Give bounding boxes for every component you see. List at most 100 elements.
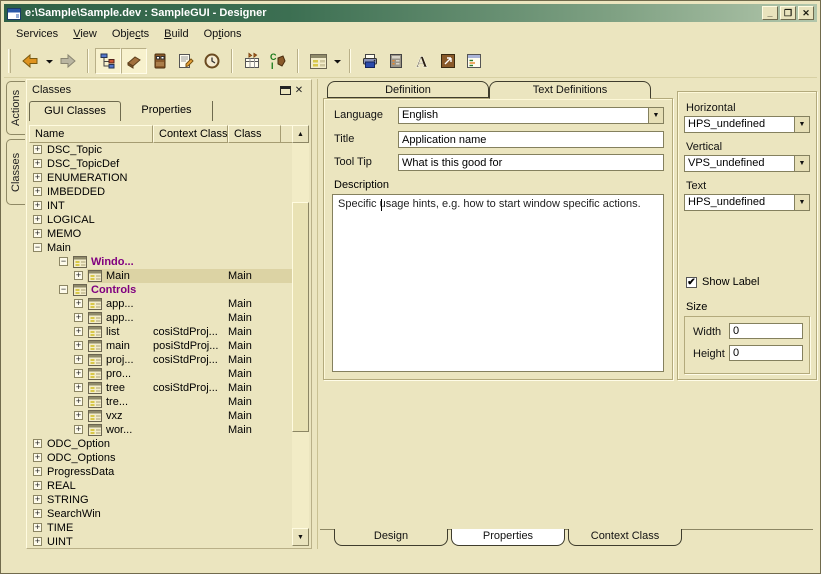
scroll-up-icon[interactable]: ▲ xyxy=(292,125,309,143)
sidebar-tab-actions[interactable]: Actions xyxy=(6,81,25,135)
expand-icon[interactable]: + xyxy=(33,509,42,518)
expand-icon[interactable]: + xyxy=(74,341,83,350)
expand-icon[interactable]: + xyxy=(74,397,83,406)
height-input[interactable] xyxy=(729,345,803,361)
tree-item-logical[interactable]: +LOGICAL xyxy=(29,213,292,227)
tree-item-odc-option[interactable]: +ODC_Option xyxy=(29,437,292,451)
printer-icon[interactable] xyxy=(357,48,383,74)
back-arrow-icon[interactable] xyxy=(17,48,43,74)
editor-tab-text-definitions[interactable]: Text Definitions xyxy=(489,81,651,99)
column-header-name[interactable]: Name xyxy=(29,125,153,143)
shortcut-icon[interactable] xyxy=(435,48,461,74)
expand-icon[interactable]: + xyxy=(33,159,42,168)
language-dropdown[interactable]: English ▼ xyxy=(398,107,664,124)
vertical-dropdown[interactable]: VPS_undefined ▼ xyxy=(684,155,810,172)
tree-item-windo[interactable]: −Windo... xyxy=(29,255,292,269)
description-textarea[interactable]: Specific usage hints, e.g. how to start … xyxy=(332,194,664,372)
expand-icon[interactable]: + xyxy=(74,313,83,322)
tree-item-proj[interactable]: +proj...cosiStdProj...Main xyxy=(29,353,292,367)
tree-item-app[interactable]: +app...Main xyxy=(29,297,292,311)
window-list-icon[interactable] xyxy=(461,48,487,74)
show-label-checkbox[interactable]: ✔ xyxy=(686,277,697,288)
column-header-context-class[interactable]: Context Class xyxy=(153,125,228,143)
collapse-icon[interactable]: − xyxy=(59,285,68,294)
scroll-down-icon[interactable]: ▼ xyxy=(292,528,309,546)
expand-icon[interactable]: + xyxy=(74,299,83,308)
tree-item-uint[interactable]: +UINT xyxy=(29,535,292,546)
tree-item-app[interactable]: +app...Main xyxy=(29,311,292,325)
tree-item-main[interactable]: +MainMain xyxy=(29,269,292,283)
tree-item-controls[interactable]: −Controls xyxy=(29,283,292,297)
column-header-class[interactable]: Class xyxy=(228,125,281,143)
expand-icon[interactable]: + xyxy=(33,173,42,182)
tree-item-list[interactable]: +listcosiStdProj...Main xyxy=(29,325,292,339)
table-arrows-icon[interactable] xyxy=(239,48,265,74)
expand-icon[interactable]: + xyxy=(33,201,42,210)
toolbar-grip[interactable] xyxy=(8,49,11,73)
dropdown-small-icon[interactable] xyxy=(331,48,343,74)
tree-item-tre[interactable]: +tre...Main xyxy=(29,395,292,409)
expand-icon[interactable]: + xyxy=(33,229,42,238)
tree-item-imbedded[interactable]: +IMBEDDED xyxy=(29,185,292,199)
classes-tab-gui-classes[interactable]: GUI Classes xyxy=(29,101,121,121)
forward-arrow-icon[interactable] xyxy=(55,48,81,74)
expand-icon[interactable]: + xyxy=(74,271,83,280)
expand-icon[interactable]: + xyxy=(74,355,83,364)
clock-icon[interactable] xyxy=(199,48,225,74)
dropdown-small-icon[interactable] xyxy=(43,48,55,74)
expand-icon[interactable]: + xyxy=(33,187,42,196)
tooltip-input[interactable] xyxy=(398,154,664,171)
close-panel-icon[interactable]: ✕ xyxy=(292,84,306,97)
collapse-icon[interactable]: − xyxy=(59,257,68,266)
tree-item-string[interactable]: +STRING xyxy=(29,493,292,507)
tree-item-int[interactable]: +INT xyxy=(29,199,292,213)
expand-icon[interactable]: + xyxy=(74,411,83,420)
editor-bottom-tab-properties[interactable]: Properties xyxy=(451,529,565,546)
tree-item-main[interactable]: −Main xyxy=(29,241,292,255)
hierarchy-icon[interactable] xyxy=(95,48,121,74)
tree-item-wor[interactable]: +wor...Main xyxy=(29,423,292,437)
chevron-down-icon[interactable]: ▼ xyxy=(794,195,809,210)
tree-item-memo[interactable]: +MEMO xyxy=(29,227,292,241)
expand-icon[interactable]: + xyxy=(33,145,42,154)
close-button[interactable]: ✕ xyxy=(798,6,814,20)
scrollbar-track[interactable] xyxy=(292,143,309,528)
title-input[interactable] xyxy=(398,131,664,148)
float-panel-icon[interactable] xyxy=(278,84,292,97)
editor-bottom-tab-context-class[interactable]: Context Class xyxy=(568,529,682,546)
chevron-down-icon[interactable]: ▼ xyxy=(648,108,663,123)
menu-services[interactable]: Services xyxy=(16,28,58,40)
menu-build[interactable]: Build xyxy=(164,28,188,40)
tree-item-searchwin[interactable]: +SearchWin xyxy=(29,507,292,521)
tree-item-pro[interactable]: +pro...Main xyxy=(29,367,292,381)
expand-icon[interactable]: + xyxy=(33,439,42,448)
chevron-down-icon[interactable]: ▼ xyxy=(794,156,809,171)
scrollbar-thumb[interactable] xyxy=(292,202,309,432)
menu-view[interactable]: View xyxy=(73,28,97,40)
tree-item-odc-options[interactable]: +ODC_Options xyxy=(29,451,292,465)
expand-icon[interactable]: + xyxy=(33,481,42,490)
maximize-button[interactable]: ❐ xyxy=(780,6,796,20)
menu-options[interactable]: Options xyxy=(204,28,242,40)
font-a-icon[interactable]: A xyxy=(409,48,435,74)
classes-tab-properties[interactable]: Properties xyxy=(121,101,213,121)
form-window-icon[interactable] xyxy=(305,48,331,74)
expand-icon[interactable]: + xyxy=(74,425,83,434)
expand-icon[interactable]: + xyxy=(33,215,42,224)
tree-item-time[interactable]: +TIME xyxy=(29,521,292,535)
eraser-icon[interactable] xyxy=(121,48,147,74)
tree-item-vxz[interactable]: +vxzMain xyxy=(29,409,292,423)
tree-item-dsc-topic[interactable]: +DSC_Topic xyxy=(29,143,292,157)
book-icon[interactable] xyxy=(147,48,173,74)
expand-icon[interactable]: + xyxy=(33,453,42,462)
expand-icon[interactable]: + xyxy=(74,383,83,392)
expand-icon[interactable]: + xyxy=(33,467,42,476)
expand-icon[interactable]: + xyxy=(74,327,83,336)
device-icon[interactable] xyxy=(383,48,409,74)
menu-objects[interactable]: Objects xyxy=(112,28,149,40)
expand-icon[interactable]: + xyxy=(33,523,42,532)
expand-icon[interactable]: + xyxy=(74,369,83,378)
tree-item-enumeration[interactable]: +ENUMERATION xyxy=(29,171,292,185)
sidebar-tab-classes[interactable]: Classes xyxy=(6,139,25,205)
editor-bottom-tab-design[interactable]: Design xyxy=(334,529,448,546)
